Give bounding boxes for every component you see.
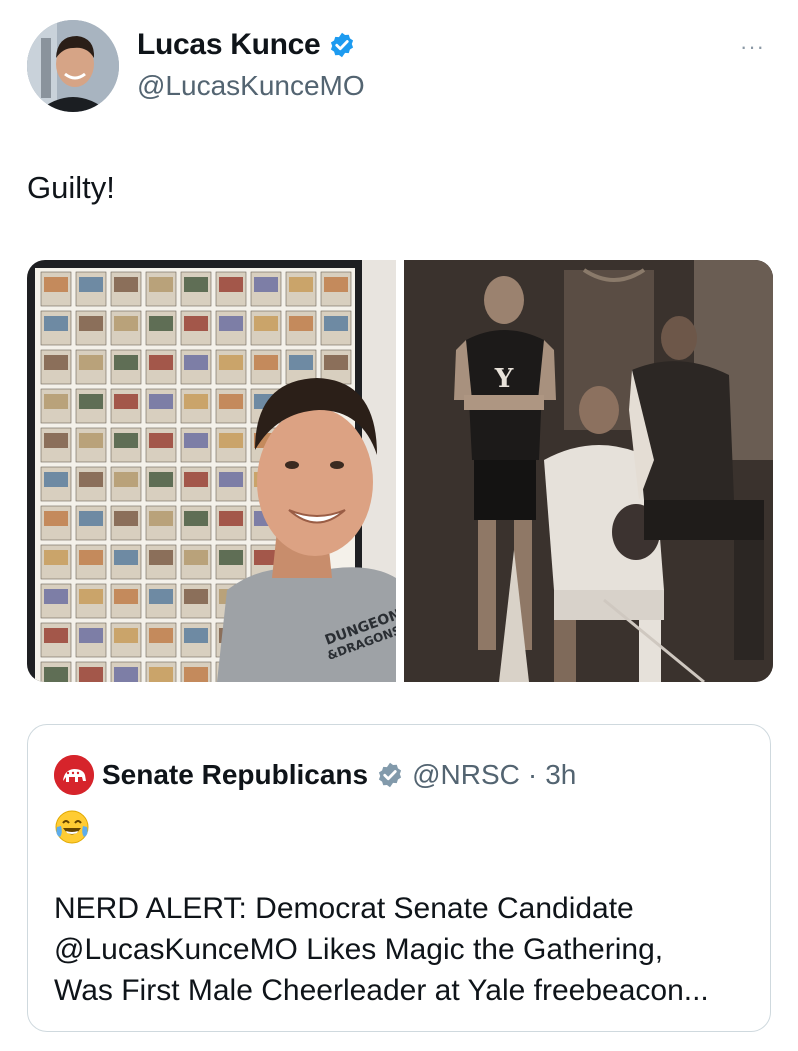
magic-card-art xyxy=(149,277,173,292)
magic-card-art xyxy=(44,589,68,604)
tweet-media[interactable]: DUNGEONS &DRAGONS Y xyxy=(27,260,773,682)
magic-card-art xyxy=(324,316,348,331)
magic-card-art xyxy=(79,433,103,448)
nrsc-avatar[interactable] xyxy=(54,755,94,795)
magic-card-art xyxy=(184,589,208,604)
magic-card-art xyxy=(44,550,68,565)
magic-card-art xyxy=(184,355,208,370)
tweet-text: Guilty! xyxy=(27,170,115,205)
magic-card-art xyxy=(289,355,313,370)
magic-card-art xyxy=(79,628,103,643)
magic-card-art xyxy=(79,277,103,292)
magic-card-art xyxy=(114,667,138,682)
magic-card-art xyxy=(289,277,313,292)
magic-card-art xyxy=(184,472,208,487)
more-options-icon[interactable]: ··· xyxy=(740,36,765,58)
magic-card-art xyxy=(114,316,138,331)
magic-card-art xyxy=(114,511,138,526)
magic-card-art xyxy=(219,472,243,487)
magic-card-art xyxy=(219,511,243,526)
magic-card-art xyxy=(254,355,278,370)
magic-card-art xyxy=(219,355,243,370)
author-avatar[interactable] xyxy=(27,20,119,112)
magic-card-art xyxy=(184,628,208,643)
magic-card-art xyxy=(79,550,103,565)
quoted-text-line: Was First Male Cheerleader at Yale freeb… xyxy=(54,974,709,1007)
magic-card-art xyxy=(184,394,208,409)
magic-card-art xyxy=(219,316,243,331)
photo-selfie-cards[interactable]: DUNGEONS &DRAGONS xyxy=(27,260,396,682)
magic-card-art xyxy=(254,277,278,292)
magic-card-art xyxy=(114,394,138,409)
magic-card-art xyxy=(44,667,68,682)
magic-card-art xyxy=(184,277,208,292)
magic-card-art xyxy=(114,433,138,448)
magic-card-art xyxy=(114,472,138,487)
quoted-separator: · xyxy=(527,759,538,790)
quoted-display-name[interactable]: Senate Republicans xyxy=(102,759,368,791)
author-handle[interactable]: @LucasKunceMO xyxy=(137,70,365,102)
tears-of-joy-emoji-icon xyxy=(54,809,90,845)
magic-card-art xyxy=(149,316,173,331)
verified-badge-icon xyxy=(328,31,356,59)
magic-card-art xyxy=(44,433,68,448)
magic-card-art xyxy=(149,667,173,682)
magic-card-art xyxy=(44,355,68,370)
magic-card-art xyxy=(219,394,243,409)
magic-card-art xyxy=(44,316,68,331)
magic-card-art xyxy=(79,316,103,331)
magic-card-art xyxy=(149,628,173,643)
quoted-tweet-header: Senate Republicans @NRSC · 3h xyxy=(54,755,576,795)
magic-card-art xyxy=(149,550,173,565)
magic-card-art xyxy=(149,355,173,370)
magic-card-art xyxy=(44,277,68,292)
magic-card-art xyxy=(219,277,243,292)
magic-card-art xyxy=(184,550,208,565)
magic-card-art xyxy=(324,355,348,370)
magic-card-art xyxy=(254,316,278,331)
magic-card-art xyxy=(149,589,173,604)
magic-card-art xyxy=(114,277,138,292)
magic-card-art xyxy=(184,433,208,448)
magic-card-art xyxy=(114,355,138,370)
magic-card-art xyxy=(79,589,103,604)
magic-card-art xyxy=(149,472,173,487)
author-display-name[interactable]: Lucas Kunce xyxy=(137,28,321,62)
quoted-text-line: NERD ALERT: Democrat Senate Candidate xyxy=(54,892,634,925)
magic-card-art xyxy=(149,511,173,526)
magic-card-art xyxy=(219,550,243,565)
magic-card-art xyxy=(184,316,208,331)
magic-card-art xyxy=(149,433,173,448)
quoted-tweet-card[interactable]: Senate Republicans @NRSC · 3h NERD ALERT… xyxy=(27,724,771,1032)
quoted-tweet-text: NERD ALERT: Democrat Senate Candidate @L… xyxy=(54,888,754,1011)
quoted-handle[interactable]: @NRSC xyxy=(412,759,520,791)
quoted-timestamp[interactable]: 3h xyxy=(545,759,576,791)
magic-card-art xyxy=(44,628,68,643)
magic-card-art xyxy=(149,394,173,409)
magic-card-art xyxy=(79,511,103,526)
magic-card-art xyxy=(44,511,68,526)
author-name-row[interactable]: Lucas Kunce xyxy=(137,28,356,62)
magic-card-art xyxy=(44,472,68,487)
gray-verified-badge-icon xyxy=(376,761,404,789)
magic-card-art xyxy=(79,355,103,370)
magic-card-art xyxy=(114,589,138,604)
magic-card-art xyxy=(44,394,68,409)
magic-card-art xyxy=(184,667,208,682)
magic-card-art xyxy=(79,394,103,409)
magic-card-art xyxy=(219,433,243,448)
photo-yale-team[interactable]: Y xyxy=(404,260,773,682)
magic-card-art xyxy=(324,277,348,292)
magic-card-art xyxy=(79,667,103,682)
jersey-letter: Y xyxy=(494,364,514,394)
magic-card-art xyxy=(289,316,313,331)
magic-card-art xyxy=(114,550,138,565)
magic-card-art xyxy=(184,511,208,526)
magic-card-art xyxy=(79,472,103,487)
magic-card-art xyxy=(114,628,138,643)
quoted-text-line: @LucasKunceMO Likes Magic the Gathering, xyxy=(54,933,664,966)
